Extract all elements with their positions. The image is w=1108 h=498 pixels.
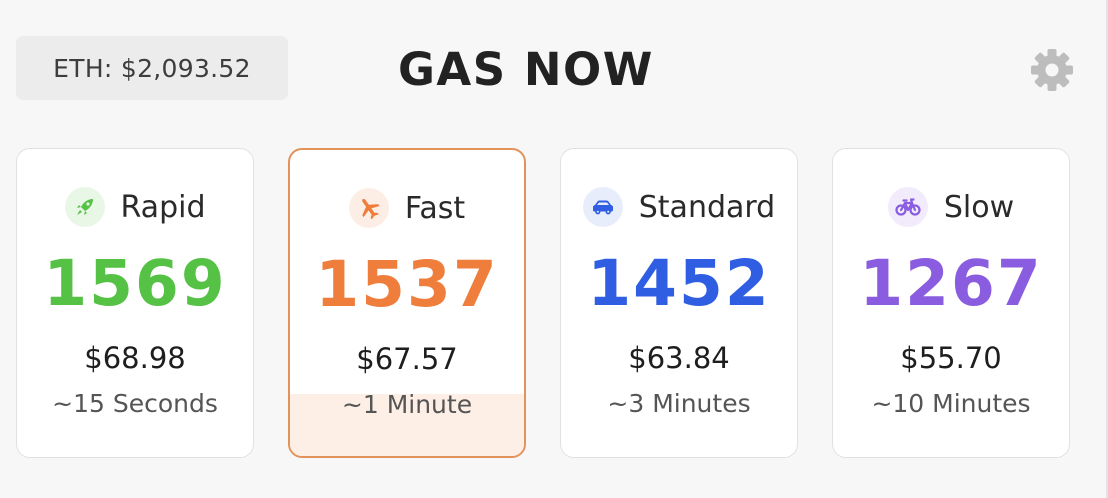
- tier-header: Standard: [561, 185, 797, 229]
- gas-price-gwei: 1452: [587, 247, 771, 320]
- tx-cost-usd: $63.84: [628, 341, 730, 375]
- tier-card-slow[interactable]: Slow 1267 $55.70 ~10 Minutes: [832, 148, 1070, 458]
- tx-cost-usd: $55.70: [900, 341, 1002, 375]
- tier-label: Fast: [404, 190, 466, 226]
- gas-price-gwei: 1537: [315, 248, 499, 321]
- rocket-icon: [64, 187, 105, 227]
- settings-button[interactable]: [1028, 46, 1076, 94]
- tx-cost-usd: $68.98: [84, 341, 186, 375]
- gear-icon: [1031, 49, 1073, 91]
- tier-card-fast[interactable]: Fast 1537 $67.57 ~1 Minute: [288, 148, 526, 458]
- eth-price-badge: ETH: $2,093.52: [16, 36, 288, 100]
- tier-label: Standard: [638, 189, 776, 225]
- confirmation-time: ~3 Minutes: [607, 389, 751, 418]
- confirmation-time: ~10 Minutes: [871, 389, 1031, 418]
- gas-price-gwei: 1569: [43, 247, 227, 320]
- tier-header: Rapid: [17, 185, 253, 229]
- tier-header: Fast: [290, 186, 524, 230]
- gas-price-gwei: 1267: [859, 247, 1043, 320]
- tier-label: Rapid: [120, 189, 206, 225]
- app-title: GAS NOW: [398, 43, 654, 96]
- tier-card-standard[interactable]: Standard 1452 $63.84 ~3 Minutes: [560, 148, 798, 458]
- airplane-icon: [348, 188, 389, 228]
- bicycle-icon: [887, 187, 928, 227]
- confirmation-time: ~15 Seconds: [52, 389, 218, 418]
- tier-label: Slow: [943, 189, 1015, 225]
- tier-card-rapid[interactable]: Rapid 1569 $68.98 ~15 Seconds: [16, 148, 254, 458]
- tier-header: Slow: [833, 185, 1069, 229]
- car-icon: [582, 187, 623, 227]
- confirmation-time: ~1 Minute: [341, 390, 473, 419]
- tx-cost-usd: $67.57: [356, 342, 458, 376]
